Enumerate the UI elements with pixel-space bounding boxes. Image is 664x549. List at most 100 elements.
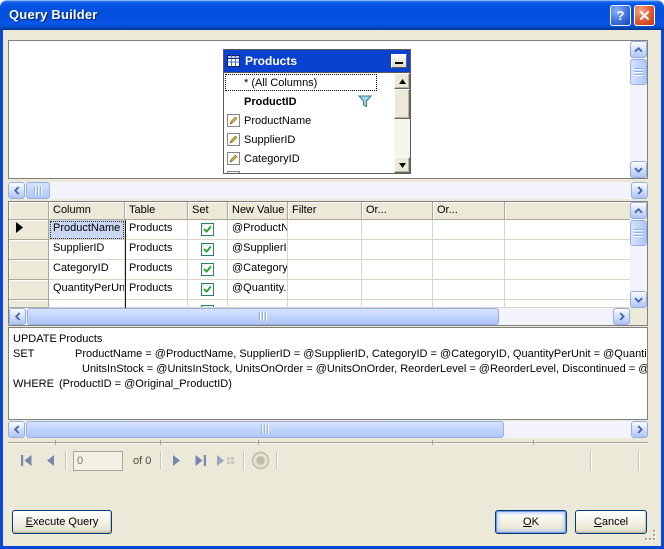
cell-table[interactable]: Products [125,240,188,260]
cell-new-value[interactable]: @Quantity... [228,280,288,300]
execute-query-button[interactable]: Execute Query [12,510,112,534]
grid-vertical-scrollbar[interactable] [630,202,647,308]
cell-new-value[interactable]: @CategoryID [228,260,288,280]
list-item-categoryid[interactable]: CategoryID [224,149,378,168]
sql-horizontal-scrollbar[interactable] [8,421,648,438]
set-checkbox-checked[interactable] [201,243,214,256]
column-header-column[interactable]: Column [49,202,125,220]
row-selector[interactable] [9,300,49,308]
row-selector[interactable] [9,240,49,260]
cell-or2[interactable] [433,240,505,260]
cell-table[interactable] [125,300,188,308]
diagram-scroll-right-button[interactable] [631,182,648,199]
cell-or2[interactable] [433,280,505,300]
list-scroll-up-button[interactable] [394,73,410,89]
cell-filter[interactable] [288,260,362,280]
column-header-or1[interactable]: Or... [362,202,433,220]
diagram-pane[interactable]: Products * (All Columns) ProductID [8,40,648,179]
help-button[interactable]: ? [610,5,631,26]
cell-or2[interactable] [433,220,505,240]
cell-set[interactable] [188,240,228,260]
list-item-productname[interactable]: ProductName [224,111,378,130]
ok-button[interactable]: OK [495,510,567,534]
diagram-scroll-left-button[interactable] [8,182,25,199]
diagram-horizontal-scrollbar[interactable] [8,182,648,199]
set-checkbox-checked[interactable] [201,283,214,296]
cell-filter[interactable] [288,280,362,300]
cell-column[interactable]: CategoryID [49,260,125,280]
row-selector-header[interactable] [9,202,49,220]
cell-set[interactable] [188,300,228,308]
column-header-set[interactable]: Set [188,202,228,220]
diagram-scroll-down-button[interactable] [630,161,647,178]
cell-or2[interactable] [433,300,505,308]
sql-pane[interactable]: UPDATEProducts SETProductName = @Product… [8,327,648,420]
column-header-new-value[interactable]: New Value [228,202,288,220]
diagram-vertical-scrollbar[interactable] [630,41,647,178]
cell-table[interactable]: Products [125,220,188,240]
list-scroll-down-button[interactable] [394,157,410,173]
grid-horizontal-scrollbar[interactable] [9,308,630,325]
set-checkbox-checked[interactable] [201,263,214,276]
diagram-scroll-thumb[interactable] [630,59,647,85]
cell-or1[interactable] [362,280,433,300]
minimize-table-button[interactable] [391,54,407,68]
cell-column[interactable]: SupplierID [49,240,125,260]
grid-hscroll-thumb[interactable] [27,308,499,325]
resize-grip[interactable] [644,530,657,543]
table-list-scrollbar[interactable] [394,73,410,173]
row-selector-current[interactable] [9,220,49,240]
cell-filter[interactable] [288,220,362,240]
cell-table[interactable]: Products [125,280,188,300]
cell-new-value[interactable]: @ProductN... [228,220,288,240]
set-checkbox-checked[interactable] [201,223,214,236]
column-header-table[interactable]: Table [125,202,188,220]
column-header-filter[interactable]: Filter [288,202,362,220]
move-first-button[interactable] [14,450,38,472]
sql-hscroll-thumb[interactable] [26,421,504,438]
cell-set[interactable] [188,220,228,240]
products-table-card[interactable]: Products * (All Columns) ProductID [223,49,411,174]
cell-or1[interactable] [362,220,433,240]
cell-or1[interactable] [362,300,433,308]
cancel-button[interactable]: Cancel [575,510,647,534]
row-selector[interactable] [9,280,49,300]
list-item-supplierid[interactable]: SupplierID [224,130,378,149]
move-next-button[interactable] [164,450,188,472]
grid-scroll-up-button[interactable] [630,202,647,219]
cell-filter[interactable] [288,300,362,308]
cell-set[interactable] [188,260,228,280]
grid-scroll-left-button[interactable] [9,308,26,325]
cell-new-value[interactable] [228,300,288,308]
diagram-scroll-up-button[interactable] [630,41,647,58]
cell-new-value[interactable]: @SupplierID [228,240,288,260]
cell-table[interactable]: Products [125,260,188,280]
diagram-hscroll-thumb[interactable] [26,182,50,199]
cell-or2[interactable] [433,260,505,280]
grid-scroll-thumb[interactable] [630,220,647,246]
grid-scroll-right-button[interactable] [613,308,630,325]
cancel-query-button[interactable] [247,450,273,472]
column-header-or2[interactable]: Or... [433,202,505,220]
cell-filter[interactable] [288,240,362,260]
cell-column[interactable] [49,300,125,308]
list-scroll-thumb[interactable] [394,89,410,119]
cell-or1[interactable] [362,240,433,260]
cell-column[interactable]: ProductName [49,220,125,240]
sql-scroll-left-button[interactable] [8,421,25,438]
position-input[interactable] [73,451,123,471]
move-previous-button[interactable] [38,450,62,472]
cell-or1[interactable] [362,260,433,280]
add-new-record-button[interactable] [212,450,240,472]
title-bar[interactable]: Query Builder ? [0,0,664,30]
cell-column[interactable]: QuantityPerUnit [49,280,125,300]
close-button[interactable] [634,5,655,26]
list-item-productid[interactable]: ProductID [224,92,378,111]
move-last-button[interactable] [188,450,212,472]
cell-set[interactable] [188,280,228,300]
grid-scroll-down-button[interactable] [630,291,647,308]
list-item-all-columns[interactable]: * (All Columns) [224,73,378,92]
row-selector[interactable] [9,260,49,280]
products-table-header[interactable]: Products [224,50,410,72]
sql-scroll-right-button[interactable] [631,421,648,438]
